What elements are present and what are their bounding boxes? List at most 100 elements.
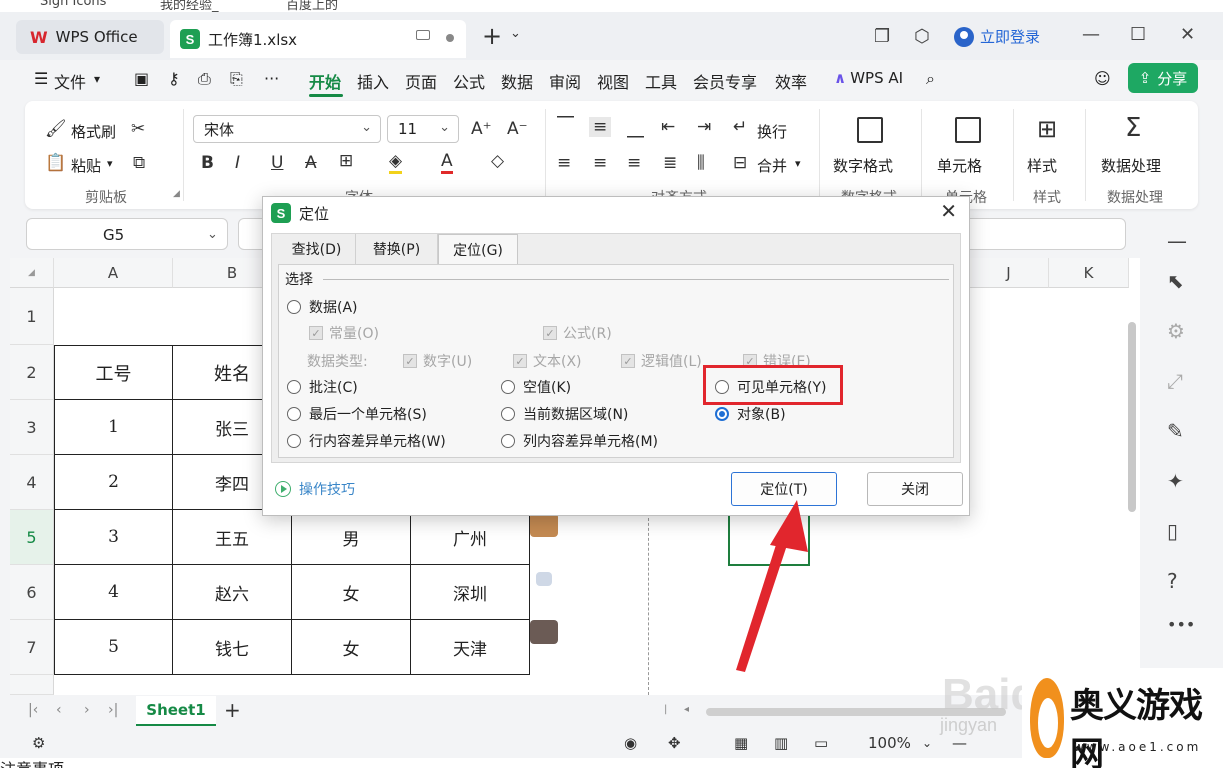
menu-item-review[interactable]: 审阅 — [549, 69, 581, 93]
key-icon[interactable]: ⚷ — [168, 69, 180, 88]
format-painter-button[interactable]: 格式刷 — [71, 121, 116, 142]
eye-protection-icon[interactable]: ◉ — [624, 734, 637, 752]
table-cell[interactable]: 女 — [292, 620, 411, 675]
focus-mode-icon[interactable]: ✥ — [668, 734, 681, 752]
tab-list-chevron-icon[interactable]: ⌄ — [510, 26, 521, 41]
adjust-icon[interactable]: ⚙ — [1167, 319, 1185, 343]
book-icon[interactable]: ▯ — [1167, 519, 1178, 543]
maximize-icon[interactable]: ☐ — [1130, 24, 1146, 45]
option-column-differences[interactable]: 列内容差异单元格(M) — [501, 431, 658, 451]
table-header-cell[interactable]: 工号 — [54, 345, 173, 400]
merge-button[interactable]: 合并 — [757, 155, 787, 176]
tips-link[interactable]: 操作技巧 — [275, 479, 355, 499]
hamburger-icon[interactable]: ☰ — [34, 69, 48, 88]
table-cell[interactable]: 钱七 — [173, 620, 292, 675]
first-sheet-icon[interactable]: |‹ — [28, 702, 38, 718]
row-header[interactable] — [10, 675, 54, 695]
bookmark-item[interactable]: Sign Icons — [40, 0, 106, 9]
cells-button[interactable]: 单元格 — [937, 155, 982, 176]
sheet-tab-sheet1[interactable]: Sheet1 — [136, 696, 216, 726]
normal-view-icon[interactable]: ▦ — [734, 734, 748, 752]
paste-button[interactable]: 粘贴 — [71, 155, 101, 176]
scissors-icon[interactable]: ✂ — [131, 119, 145, 139]
locate-button[interactable]: 定位(T) — [731, 472, 837, 506]
table-cell[interactable]: 王五 — [173, 510, 292, 565]
tab-find[interactable]: 查找(D) — [278, 234, 356, 264]
page-break-view-icon[interactable]: ▭ — [814, 734, 828, 752]
option-objects[interactable]: 对象(B) — [715, 404, 786, 424]
menu-item-insert[interactable]: 插入 — [357, 69, 389, 93]
decrease-indent-icon[interactable]: ⇤ — [661, 117, 675, 137]
bookmark-item[interactable]: 百度上的 — [286, 0, 338, 12]
table-cell[interactable]: 赵六 — [173, 565, 292, 620]
dialog-close-icon[interactable]: ✕ — [940, 199, 957, 223]
option-blanks[interactable]: 空值(K) — [501, 377, 571, 397]
fill-color-icon[interactable]: ◈ — [389, 151, 403, 174]
resize-icon[interactable]: ⤢ — [1167, 369, 1183, 393]
align-right-icon[interactable]: ≡ — [627, 153, 641, 173]
document-tab[interactable]: S 工作簿1.xlsx — [170, 20, 466, 58]
data-processing-button[interactable]: 数据处理 — [1101, 155, 1161, 176]
more-icon[interactable]: ··· — [264, 69, 279, 88]
name-box[interactable]: G5 ⌄ — [26, 218, 228, 250]
cube-icon[interactable]: ⬡ — [914, 26, 930, 47]
login-button[interactable]: 立即登录 — [954, 26, 1040, 47]
prev-sheet-icon[interactable]: ‹ — [56, 702, 62, 718]
print-icon[interactable]: ⎙ — [198, 69, 211, 89]
search-icon[interactable]: ⌕ — [926, 69, 935, 89]
table-cell[interactable]: 天津 — [411, 620, 530, 675]
magic-tool-icon[interactable]: ✦ — [1167, 469, 1184, 493]
close-window-icon[interactable]: ✕ — [1180, 24, 1195, 45]
merge-chevron-icon[interactable]: ▾ — [795, 157, 801, 170]
active-cell-g5[interactable] — [728, 509, 810, 566]
clear-format-icon[interactable]: ◇ — [491, 151, 504, 171]
row-header[interactable]: 3 — [10, 400, 54, 455]
styles-button[interactable]: 样式 — [1027, 155, 1057, 176]
unsaved-dot-icon[interactable] — [446, 34, 454, 42]
embedded-picture-object[interactable] — [530, 513, 558, 537]
vertical-scrollbar[interactable] — [1126, 292, 1138, 512]
increase-font-icon[interactable]: A⁺ — [471, 119, 492, 139]
option-last-cell[interactable]: 最后一个单元格(S) — [287, 404, 427, 424]
print-preview-icon[interactable]: ⎘ — [230, 69, 243, 89]
font-size-select[interactable]: 11 ⌄ — [387, 115, 459, 143]
align-middle-icon[interactable]: ≡ — [589, 117, 612, 137]
checkbox-formulas[interactable]: ✓ 公式(R) — [543, 323, 612, 343]
option-comments[interactable]: 批注(C) — [287, 377, 358, 397]
wps-office-tab[interactable]: W WPS Office — [16, 20, 164, 54]
embedded-picture-object[interactable] — [530, 620, 558, 644]
table-cell[interactable]: 5 — [54, 620, 173, 675]
underline-icon[interactable]: U — [271, 153, 283, 173]
close-button[interactable]: 关闭 — [867, 472, 963, 506]
border-icon[interactable]: ⊞ — [339, 151, 353, 171]
wps-ai-button[interactable]: ∧ WPS AI — [834, 69, 903, 87]
row-header[interactable]: 1 — [10, 288, 54, 345]
checkbox-constants[interactable]: ✓ 常量(O) — [309, 323, 379, 343]
table-cell[interactable]: 4 — [54, 565, 173, 620]
share-button[interactable]: ⇪ 分享 — [1128, 63, 1198, 93]
page-layout-icon[interactable]: ▥ — [774, 734, 788, 752]
more-options-icon[interactable]: ••• — [1167, 615, 1195, 634]
new-tab-plus-icon[interactable]: + — [482, 22, 502, 50]
scroll-divider-icon[interactable]: | — [664, 704, 667, 715]
file-menu[interactable]: 文件 — [54, 69, 86, 93]
macro-icon[interactable]: ⚙ — [32, 734, 45, 752]
distribute-icon[interactable]: ⫼ — [697, 153, 705, 173]
add-sheet-icon[interactable]: + — [224, 698, 241, 722]
tab-replace[interactable]: 替换(P) — [356, 234, 438, 264]
chat-icon[interactable]: ☺ — [1094, 69, 1111, 88]
menu-item-data[interactable]: 数据 — [501, 69, 533, 93]
monitor-icon[interactable] — [416, 30, 430, 40]
checkbox-text[interactable]: ✓ 文本(X) — [513, 351, 582, 371]
strikethrough-icon[interactable]: A — [305, 153, 317, 173]
bookmark-item[interactable]: 我的经验_ — [160, 0, 219, 12]
align-center-icon[interactable]: ≡ — [593, 153, 607, 173]
zoom-chevron-icon[interactable]: ⌄ — [922, 736, 932, 750]
column-header[interactable]: K — [1049, 258, 1129, 288]
last-sheet-icon[interactable]: ›| — [108, 702, 118, 718]
zoom-level[interactable]: 100% — [868, 734, 911, 752]
column-header[interactable]: J — [969, 258, 1049, 288]
menu-item-tools[interactable]: 工具 — [645, 69, 677, 93]
paste-chevron-icon[interactable]: ▾ — [107, 157, 113, 170]
wrap-text-button[interactable]: 换行 — [757, 121, 787, 142]
